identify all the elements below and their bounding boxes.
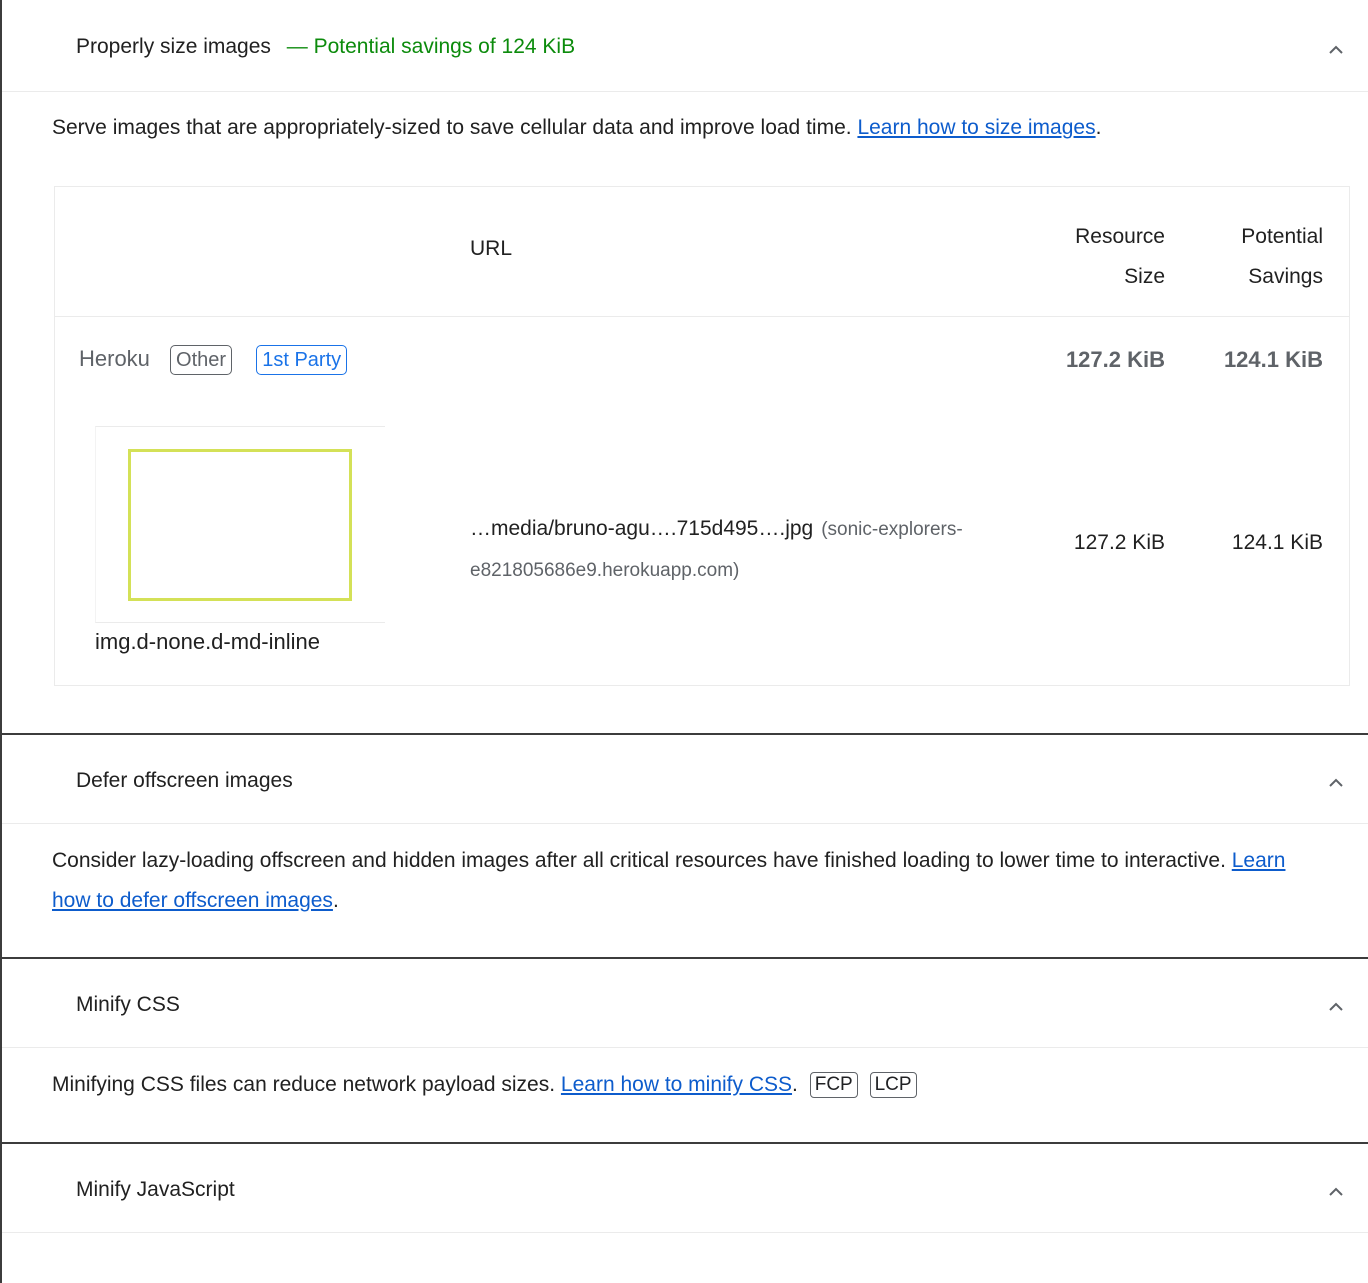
- chevron-up-icon[interactable]: [1326, 773, 1346, 793]
- chevron-up-icon[interactable]: [1326, 1182, 1346, 1202]
- entity-resource-size: 127.2 KiB: [1065, 347, 1165, 372]
- entity-name: Heroku: [79, 346, 150, 371]
- learn-more-link[interactable]: Learn how to size images: [857, 116, 1095, 139]
- column-header-line: Size: [1124, 265, 1165, 288]
- chevron-up-icon[interactable]: [1326, 40, 1346, 60]
- audit-description: Consider lazy-loading offscreen and hidd…: [52, 849, 1286, 912]
- description-text: Serve images that are appropriately-size…: [52, 116, 852, 139]
- savings-text: — Potential savings of 124 KiB: [286, 35, 576, 58]
- description-text: Consider lazy-loading offscreen and hidd…: [52, 849, 1226, 872]
- audit-title-text: Properly size images: [76, 35, 271, 58]
- column-header-line: Resource: [1075, 225, 1165, 248]
- url-text: …media/bruno-agu….715d495….jpg: [470, 517, 814, 540]
- entity-tag-first-party: 1st Party: [256, 345, 348, 375]
- column-header-url: URL: [470, 237, 513, 260]
- column-header-resource-size: Resource Size: [1075, 217, 1165, 297]
- audit-minify-css: Minify CSS Minifying CSS files can reduc…: [0, 957, 1368, 1143]
- audit-properly-size-images: Properly size images — Potential savings…: [0, 0, 1368, 734]
- row-resource-size: 127.2 KiB: [1073, 531, 1165, 554]
- audit-title: Minify JavaScript: [76, 1178, 235, 1201]
- details-table: URL Resource Size Potential Savings Hero…: [54, 186, 1350, 686]
- audit-title: Properly size images — Potential savings…: [76, 35, 575, 59]
- row-potential-savings: 124.1 KiB: [1231, 531, 1323, 554]
- audit-header[interactable]: Minify JavaScript: [2, 1144, 1368, 1233]
- audit-header[interactable]: Properly size images — Potential savings…: [2, 0, 1368, 92]
- audit-description: Serve images that are appropriately-size…: [52, 116, 1102, 139]
- column-header-line: Potential: [1241, 225, 1323, 248]
- audit-defer-offscreen-images: Defer offscreen images Consider lazy-loa…: [0, 733, 1368, 959]
- audit-title: Minify CSS: [76, 993, 180, 1016]
- description-text: Minifying CSS files can reduce network p…: [52, 1073, 556, 1096]
- audit-description: Minifying CSS files can reduce network p…: [52, 1065, 1312, 1105]
- audit-minify-javascript: Minify JavaScript: [0, 1142, 1368, 1283]
- image-thumbnail[interactable]: [95, 426, 385, 623]
- thumbnail-placeholder: [128, 449, 352, 601]
- column-header-potential-savings: Potential Savings: [1241, 217, 1323, 297]
- header-divider: [55, 316, 1349, 317]
- learn-more-link[interactable]: Learn how to minify CSS: [561, 1073, 792, 1096]
- audit-title: Defer offscreen images: [76, 769, 293, 792]
- metric-tag-lcp: LCP: [869, 1072, 917, 1098]
- node-selector-label[interactable]: img.d-none.d-md-inline: [95, 629, 320, 655]
- entity-row: Heroku Other 1st Party: [79, 345, 348, 375]
- entity-potential-savings: 124.1 KiB: [1223, 347, 1323, 372]
- entity-tag-other: Other: [170, 345, 233, 375]
- column-header-line: Savings: [1248, 265, 1323, 288]
- metric-tag-fcp: FCP: [809, 1072, 858, 1098]
- chevron-up-icon[interactable]: [1326, 997, 1346, 1017]
- audit-header[interactable]: Minify CSS: [2, 959, 1368, 1048]
- resource-url[interactable]: …media/bruno-agu….715d495….jpg (sonic-exp…: [470, 509, 970, 591]
- audit-header[interactable]: Defer offscreen images: [2, 735, 1368, 824]
